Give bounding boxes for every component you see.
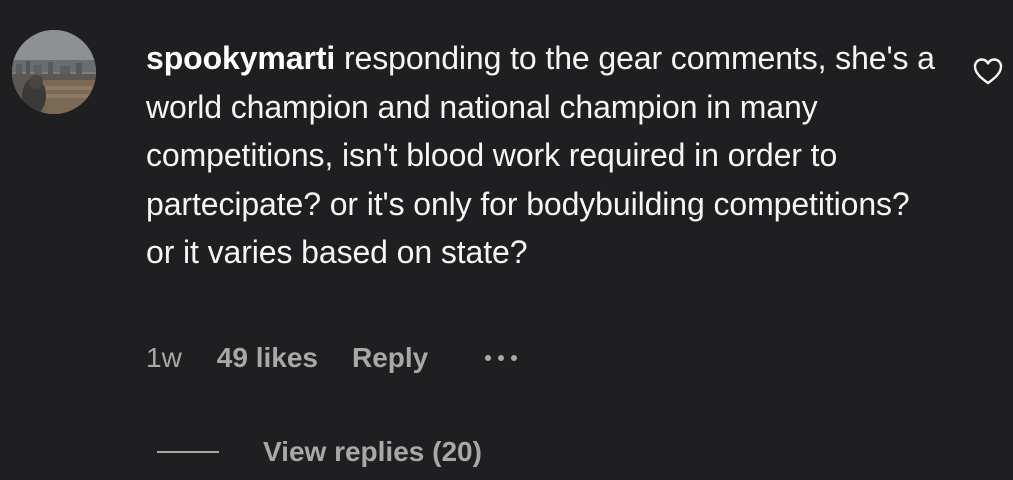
comment: spookymarti responding to the gear comme… [0, 0, 1013, 480]
comment-meta: 1w 49 likes Reply [146, 338, 518, 378]
view-replies-button[interactable]: View replies (20) [157, 432, 482, 472]
replies-divider-line [157, 451, 219, 453]
more-dot [485, 355, 492, 361]
comment-text-block: spookymarti responding to the gear comme… [146, 34, 946, 277]
heart-outline-icon [973, 58, 1003, 85]
more-dot [498, 355, 505, 361]
avatar[interactable] [12, 30, 96, 114]
reply-button[interactable]: Reply [352, 342, 428, 374]
view-replies-label: View replies (20) [263, 436, 482, 467]
comment-timestamp: 1w [146, 342, 182, 373]
avatar-image [12, 30, 96, 114]
likes-count[interactable]: 49 likes [217, 342, 318, 374]
like-button[interactable] [972, 56, 1004, 86]
more-dot [511, 355, 518, 361]
comment-username[interactable]: spookymarti [146, 40, 335, 76]
more-options-icon[interactable] [485, 338, 518, 378]
